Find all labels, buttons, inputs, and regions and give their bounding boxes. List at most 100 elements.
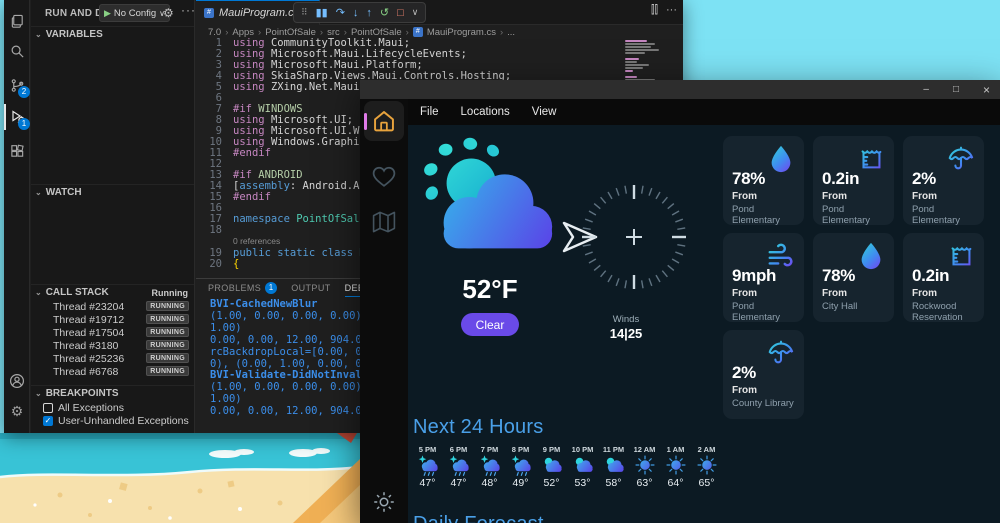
nav-settings[interactable]: [364, 482, 404, 522]
breakpoints-section-header[interactable]: ⌄ BREAKPOINTS: [31, 385, 194, 401]
hour-label: 6 PM: [449, 445, 468, 454]
call-stack-section-header[interactable]: ⌄ CALL STACK Running: [31, 284, 194, 300]
menu-view[interactable]: View: [532, 106, 557, 118]
thread-status-badge: RUNNING: [146, 327, 189, 337]
hour-temp: 47°: [419, 477, 436, 489]
breadcrumb-item[interactable]: MauiProgram.cs: [427, 27, 496, 38]
hourly-item: 8 PM 49°: [505, 445, 536, 489]
weather-title-bar[interactable]: – □ ×: [360, 80, 1000, 99]
hourly-item: 10 PM 53°: [567, 445, 598, 489]
thread-status-badge: RUNNING: [146, 353, 189, 363]
launch-settings-gear-icon[interactable]: ⚙: [163, 6, 174, 20]
rain-icon: [480, 455, 500, 476]
hour-label: 2 AM: [697, 445, 716, 454]
cloud-icon: [544, 457, 562, 472]
cloud-icon: [575, 457, 593, 472]
extensions-icon[interactable]: [4, 138, 30, 164]
breadcrumb-item[interactable]: src: [327, 27, 340, 38]
csharp-file-icon: #: [412, 27, 423, 37]
settings-gear-icon: [374, 492, 394, 512]
settings-gear-icon[interactable]: ⚙: [4, 398, 30, 424]
breakpoint-checkbox[interactable]: ✓: [43, 415, 53, 426]
weather-sidebar: [360, 99, 408, 523]
stop-icon[interactable]: □: [397, 7, 404, 19]
condition-button[interactable]: Clear: [461, 313, 519, 336]
step-into-icon[interactable]: ↓: [353, 7, 359, 19]
card-location: Pond Elementary: [822, 204, 871, 226]
thread-row[interactable]: Thread #17504 RUNNING: [31, 327, 194, 340]
panel-tab-problems[interactable]: PROBLEMS 1: [208, 282, 278, 294]
weather-card: 9mph From Pond Elementary: [723, 233, 804, 323]
breadcrumb-item[interactable]: PointOfSale: [265, 27, 316, 38]
breakpoint-item[interactable]: All Exceptions: [31, 401, 194, 414]
wind-compass-icon: [562, 185, 686, 289]
watch-section-header[interactable]: ⌄ WATCH: [31, 184, 194, 200]
run-debug-icon[interactable]: 1: [4, 104, 30, 130]
thread-row[interactable]: Thread #3180 RUNNING: [31, 340, 194, 353]
explorer-icon[interactable]: [4, 8, 30, 34]
problems-badge: 1: [265, 282, 278, 294]
breadcrumb-item[interactable]: ...: [507, 27, 515, 38]
nav-home[interactable]: [364, 101, 404, 141]
close-button[interactable]: ×: [983, 83, 990, 97]
card-from-label: From: [822, 191, 847, 202]
debug-config-select[interactable]: ▶ No Config ∨: [99, 4, 171, 22]
weather-card: 0.2in From Pond Elementary: [813, 136, 894, 226]
nav-map[interactable]: [364, 202, 404, 242]
hourly-forecast: 5 PM 47° 6 PM 47° 7 PM 48° 8 PM 49° 9 PM 52° 10 PM…: [412, 445, 722, 489]
partly-cloudy-icon: [424, 137, 553, 249]
debug-more-actions[interactable]: ···: [181, 3, 196, 17]
breakpoint-item[interactable]: ✓ User-Unhandled Exceptions: [31, 414, 194, 427]
search-icon[interactable]: [4, 38, 30, 64]
hour-temp: 53°: [574, 477, 591, 489]
weather-card: 78% From City Hall: [813, 233, 894, 322]
card-from-label: From: [822, 288, 847, 299]
hour-temp: 63°: [636, 477, 653, 489]
thread-row[interactable]: Thread #6768 RUNNING: [31, 366, 194, 379]
thread-status-badge: RUNNING: [146, 340, 189, 350]
cloud-icon: [606, 457, 624, 472]
drag-grip-icon[interactable]: ⠿: [301, 7, 308, 18]
umbrella-icon: [948, 146, 974, 170]
source-control-icon[interactable]: 2: [4, 72, 30, 98]
split-editor-icon[interactable]: ⫿⫿: [651, 4, 658, 17]
hourly-item: 9 PM 52°: [536, 445, 567, 489]
rain-icon: [418, 455, 438, 476]
menu-locations[interactable]: Locations: [461, 106, 510, 118]
restart-icon[interactable]: ↺: [380, 6, 389, 19]
wind-label: Winds: [612, 314, 640, 325]
activity-bar: 2 1 ⚙: [4, 0, 30, 433]
step-over-icon[interactable]: ↷: [336, 6, 345, 19]
breadcrumb-item[interactable]: Apps: [232, 27, 254, 38]
breadcrumb-item[interactable]: 7.0: [208, 27, 221, 38]
step-out-icon[interactable]: ↑: [366, 7, 372, 19]
start-debug-icon[interactable]: ▶: [104, 8, 111, 19]
thread-row[interactable]: Thread #25236 RUNNING: [31, 353, 194, 366]
menu-file[interactable]: File: [420, 106, 439, 118]
panel-tab-output[interactable]: OUTPUT: [291, 283, 330, 293]
account-icon[interactable]: [4, 368, 30, 394]
nav-favorites[interactable]: [364, 157, 404, 197]
variables-section-header[interactable]: ⌄ VARIABLES: [31, 26, 194, 42]
thread-row[interactable]: Thread #23204 RUNNING: [31, 301, 194, 314]
current-temp: 52°F: [462, 274, 518, 304]
pause-icon[interactable]: ▮▮: [316, 6, 328, 19]
weather-menu-bar: File Locations View: [408, 99, 1000, 125]
card-location: Pond Elementary: [912, 204, 961, 226]
card-from-label: From: [732, 288, 757, 299]
maximize-button[interactable]: □: [953, 84, 959, 95]
minimize-button[interactable]: –: [923, 84, 929, 95]
editor-tab-bar: # MauiProgram.cs × ⠿▮▮↷↓↑↺□∨ ⫿⫿ ···: [196, 0, 683, 25]
editor-more-actions[interactable]: ···: [666, 4, 677, 17]
more-icon[interactable]: ∨: [412, 7, 419, 18]
weather-app-window: – □ × File Locations View 52°F Clear Win…: [360, 80, 1000, 523]
rain-icon: [449, 455, 469, 476]
breadcrumb-item[interactable]: PointOfSale: [351, 27, 402, 38]
hour-temp: 48°: [481, 477, 498, 489]
debug-toolbar: ⠿ ▮▮ ↷ ↓ ↑ ↺ □ ∨: [293, 2, 427, 23]
thread-row[interactable]: Thread #19712 RUNNING: [31, 314, 194, 327]
hourly-item: 5 PM 47°: [412, 445, 443, 489]
card-location: Pond Elementary: [732, 301, 781, 323]
breakpoint-checkbox[interactable]: [43, 402, 53, 413]
weather-card: 0.2in From Rockwood Reservation: [903, 233, 984, 323]
